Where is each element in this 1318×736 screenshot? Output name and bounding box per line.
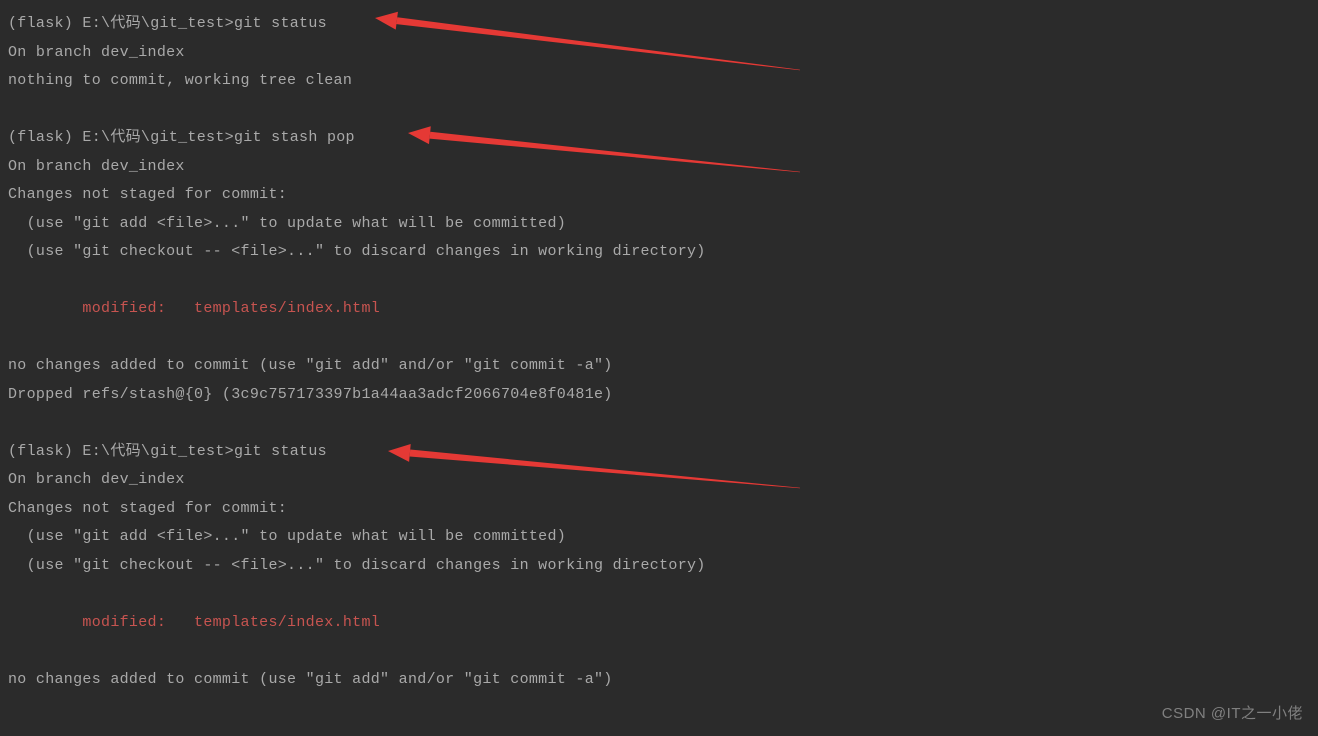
prompt: (flask) E:\代码\git_test> [8,443,234,460]
output-line: (use "git add <file>..." to update what … [8,210,1310,239]
output-line: (use "git checkout -- <file>..." to disc… [8,238,1310,267]
command-text: git stash pop [234,129,355,146]
command-text: git status [234,15,327,32]
output-line: no changes added to commit (use "git add… [8,666,1310,695]
output-line: On branch dev_index [8,39,1310,68]
command-line: (flask) E:\代码\git_test>git status [8,438,1310,467]
output-line: no changes added to commit (use "git add… [8,352,1310,381]
blank-line [8,96,1310,125]
prompt: (flask) E:\代码\git_test> [8,129,234,146]
output-line [8,324,1310,353]
command-line: (flask) E:\代码\git_test>git status [8,10,1310,39]
terminal-output: (flask) E:\代码\git_test>git statusOn bran… [8,10,1310,723]
output-line [8,580,1310,609]
output-line: Changes not staged for commit: [8,495,1310,524]
blank-line [8,694,1310,723]
output-line: (use "git add <file>..." to update what … [8,523,1310,552]
output-line: On branch dev_index [8,153,1310,182]
command-text: git status [234,443,327,460]
output-line: Dropped refs/stash@{0} (3c9c757173397b1a… [8,381,1310,410]
output-line: (use "git checkout -- <file>..." to disc… [8,552,1310,581]
blank-line [8,409,1310,438]
watermark-text: CSDN @IT之一小佬 [1162,700,1303,729]
output-line: modified: templates/index.html [8,295,1310,324]
output-line: Changes not staged for commit: [8,181,1310,210]
command-line: (flask) E:\代码\git_test>git stash pop [8,124,1310,153]
output-line [8,637,1310,666]
output-line: nothing to commit, working tree clean [8,67,1310,96]
prompt: (flask) E:\代码\git_test> [8,15,234,32]
output-line: modified: templates/index.html [8,609,1310,638]
output-line: On branch dev_index [8,466,1310,495]
output-line [8,267,1310,296]
